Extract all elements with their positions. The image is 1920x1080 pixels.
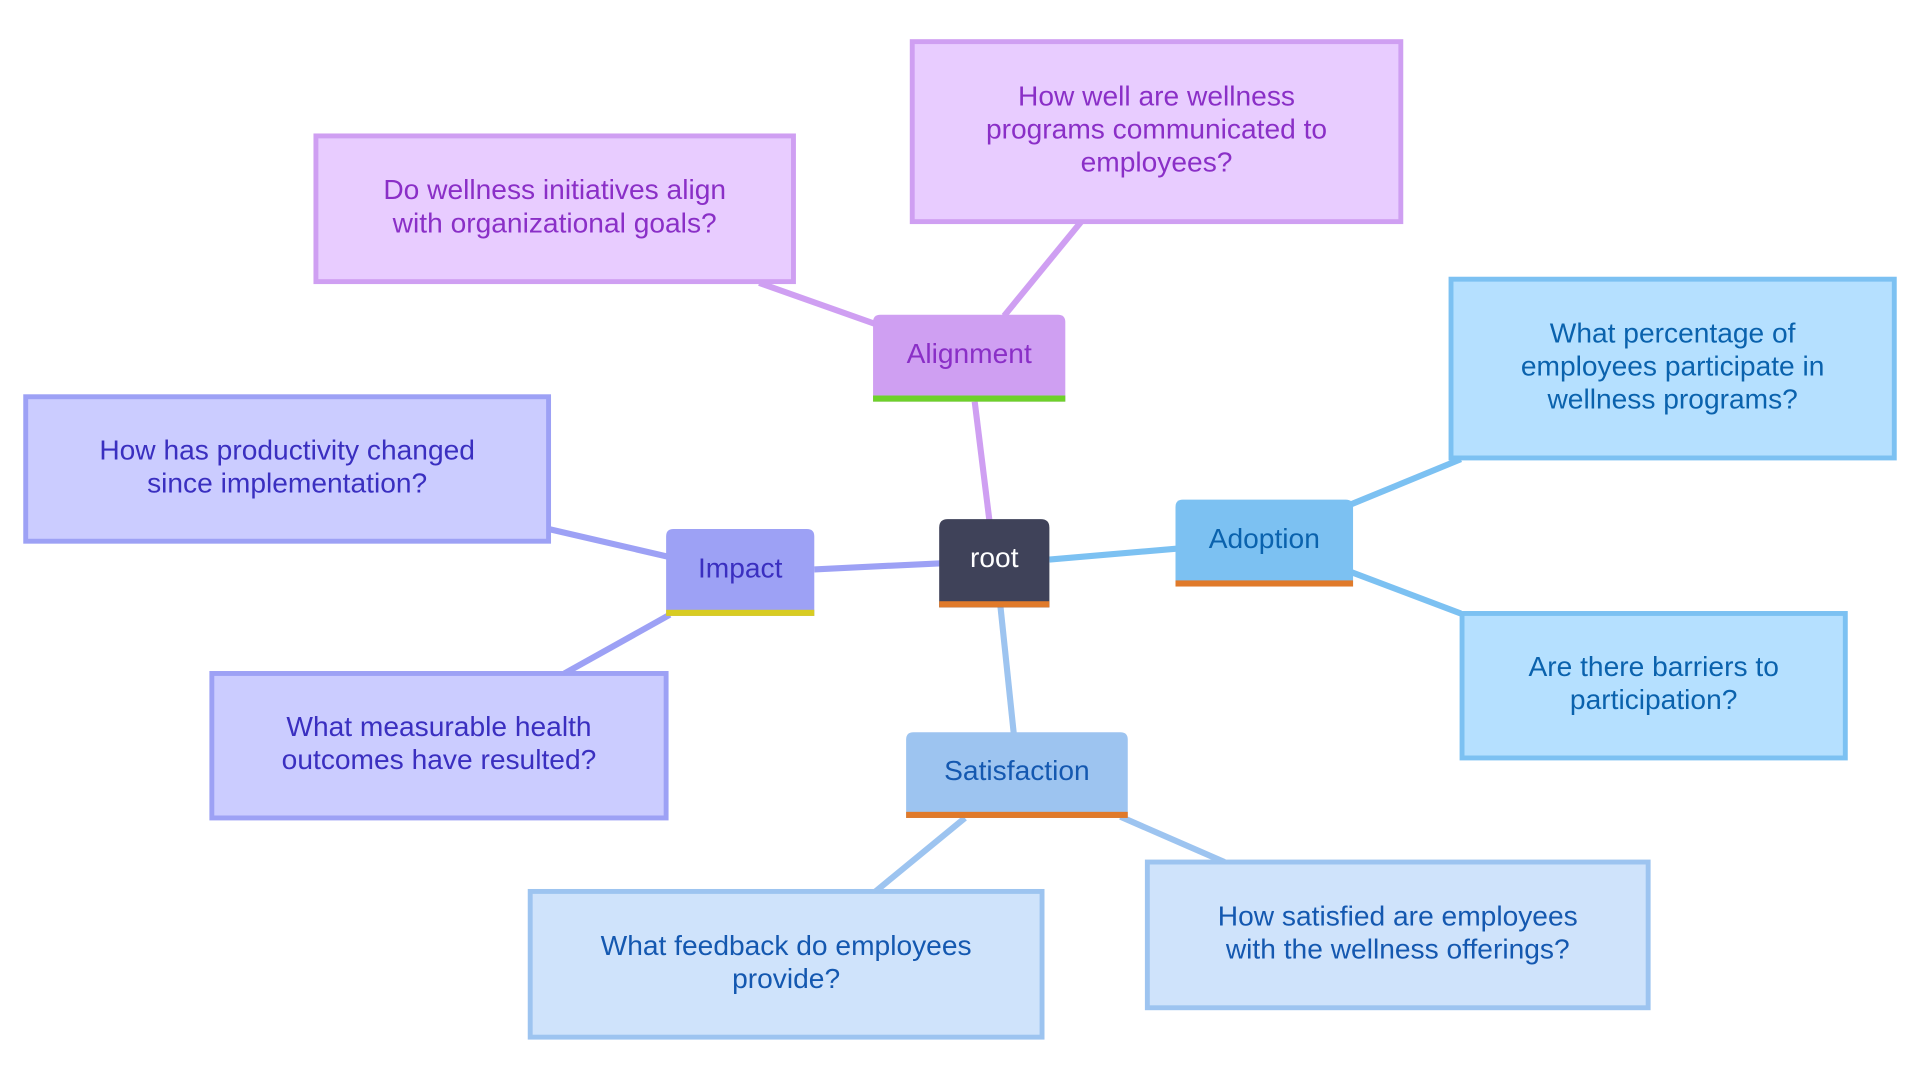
node-text-line: with the wellness offerings? xyxy=(1225,934,1570,965)
edge-impact-leaf xyxy=(562,612,672,677)
leaf-node-adoption[interactable]: Are there barriers to participation? xyxy=(1459,611,1848,761)
node-text-line: Are there barriers to xyxy=(1528,652,1778,683)
leaf-node-alignment[interactable]: Do wellness initiatives align with organi… xyxy=(313,133,796,285)
edge-adoption-leaf xyxy=(1349,568,1462,617)
branch-node-adoption[interactable]: Adoption xyxy=(1175,499,1354,587)
mindmap: Do wellness initiatives align with organi… xyxy=(23,39,1897,1040)
node-text-line: with organizational goals? xyxy=(392,208,717,239)
branch-underline xyxy=(666,609,815,616)
node-text-line: employees participate in xyxy=(1521,351,1825,382)
edge-root-alignment xyxy=(971,401,993,521)
node-text-line: outcomes have resulted? xyxy=(282,745,597,776)
root-label: root xyxy=(970,542,1019,573)
leaf-node-impact[interactable]: How has productivity changed since implem… xyxy=(23,394,552,544)
node-text-line: wellness programs? xyxy=(1546,384,1797,415)
edge-satisfaction-leaf xyxy=(873,815,967,894)
node-text-line: What feedback do employees xyxy=(601,930,972,961)
nodes: Do wellness initiatives align with organi… xyxy=(23,39,1897,1040)
branch-underline xyxy=(906,811,1128,818)
node-text-line: Do wellness initiatives align xyxy=(383,175,726,206)
edge-adoption-leaf xyxy=(1349,456,1462,508)
leaf-node-satisfaction[interactable]: How satisfied are employees with the well… xyxy=(1144,859,1651,1011)
node-text-line: What percentage of xyxy=(1550,318,1796,349)
node-text-line: employees? xyxy=(1081,147,1233,178)
branch-underline xyxy=(1175,580,1354,587)
branch-node-impact[interactable]: Impact xyxy=(666,528,815,616)
branch-label: Adoption xyxy=(1209,523,1320,554)
node-text-line: programs communicated to xyxy=(986,114,1327,145)
leaf-node-alignment[interactable]: How well are wellness programs communicat… xyxy=(909,39,1404,225)
leaf-node-satisfaction[interactable]: What feedback do employees provide? xyxy=(527,888,1045,1040)
edge-root-impact xyxy=(814,560,942,573)
edge-impact-leaf xyxy=(547,525,671,561)
node-text-line: since implementation? xyxy=(147,468,427,499)
node-text-line: participation? xyxy=(1570,685,1737,716)
node-text-line: How has productivity changed xyxy=(99,435,475,466)
edge-root-satisfaction xyxy=(997,605,1017,736)
edge-root-adoption xyxy=(1049,545,1179,563)
root-node[interactable]: root xyxy=(939,519,1050,608)
node-text-line: provide? xyxy=(732,963,840,994)
edge-alignment-leaf xyxy=(1001,219,1084,318)
branch-node-satisfaction[interactable]: Satisfaction xyxy=(906,732,1128,818)
node-text-line: How well are wellness xyxy=(1018,81,1295,112)
leaf-node-impact[interactable]: What measurable health outcomes have resu… xyxy=(209,671,669,821)
edge-satisfaction-leaf xyxy=(1119,813,1226,865)
node-text: What percentage of employees participate … xyxy=(1521,318,1825,415)
edge-alignment-leaf xyxy=(758,279,878,328)
node-text-line: How satisfied are employees xyxy=(1218,901,1578,932)
branch-node-alignment[interactable]: Alignment xyxy=(873,314,1066,402)
branch-label: Satisfaction xyxy=(944,755,1090,786)
branch-underline xyxy=(873,395,1066,402)
node-text-line: What measurable health xyxy=(286,712,591,743)
branch-label: Impact xyxy=(698,552,783,583)
branch-label: Alignment xyxy=(907,338,1032,369)
root-underline xyxy=(939,601,1050,608)
leaf-node-adoption[interactable]: What percentage of employees participate … xyxy=(1448,276,1897,461)
